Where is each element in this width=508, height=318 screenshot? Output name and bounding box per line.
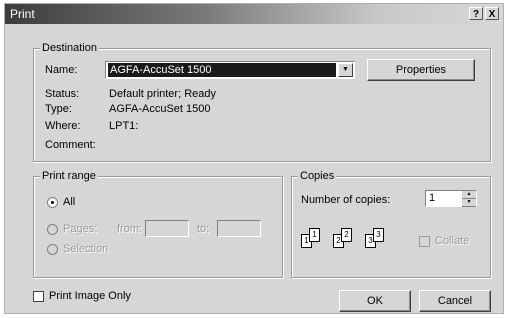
- name-label: Name:: [45, 64, 78, 76]
- to-label: to:: [197, 223, 210, 235]
- pages-radio[interactable]: [47, 224, 58, 235]
- chevron-down-icon[interactable]: ▼: [338, 63, 353, 77]
- spin-up-icon[interactable]: ▲: [462, 191, 476, 199]
- all-label[interactable]: All: [63, 196, 75, 208]
- printer-name-value: AGFA-AccuSet 1500: [108, 63, 336, 77]
- selection-radio[interactable]: [47, 244, 58, 255]
- pages-label: Pages:: [63, 223, 98, 235]
- to-field[interactable]: [217, 220, 261, 237]
- properties-button[interactable]: Properties: [367, 59, 475, 81]
- help-button[interactable]: ?: [469, 7, 483, 20]
- collate-page: 1: [309, 228, 320, 242]
- print-image-only-checkbox[interactable]: [33, 291, 44, 302]
- cancel-button[interactable]: Cancel: [419, 290, 491, 312]
- collate-label: Collate: [435, 235, 470, 247]
- where-value: LPT1:: [109, 120, 139, 132]
- print-image-only-label[interactable]: Print Image Only: [49, 290, 131, 302]
- title-bar[interactable]: Print ? X: [5, 4, 503, 24]
- where-label: Where:: [45, 120, 81, 132]
- ok-button-label: OK: [367, 295, 383, 307]
- print-dialog: Print ? X Destination Name: AGFA-AccuSet…: [4, 3, 504, 314]
- properties-button-label: Properties: [395, 64, 447, 76]
- copies-value: 1: [429, 192, 436, 204]
- number-of-copies-label: Number of copies:: [301, 194, 391, 206]
- close-button[interactable]: X: [485, 7, 499, 20]
- collate-page: 3: [373, 228, 384, 242]
- cancel-button-label: Cancel: [437, 295, 473, 307]
- collate-checkbox[interactable]: [419, 236, 430, 247]
- print-range-legend: Print range: [40, 170, 98, 182]
- status-value: Default printer; Ready: [109, 88, 216, 100]
- collate-page: 2: [341, 228, 352, 242]
- spin-down-icon[interactable]: ▼: [462, 199, 476, 207]
- all-radio[interactable]: [47, 197, 58, 208]
- status-label: Status:: [45, 88, 80, 100]
- copies-legend: Copies: [298, 170, 337, 182]
- printer-name-dropdown[interactable]: AGFA-AccuSet 1500 ▼: [105, 61, 355, 79]
- ok-button[interactable]: OK: [339, 290, 411, 312]
- type-value: AGFA-AccuSet 1500: [109, 103, 211, 115]
- destination-legend: Destination: [40, 42, 100, 54]
- copies-spinner[interactable]: 1 ▲ ▼: [425, 190, 477, 207]
- window-title: Print: [10, 7, 35, 21]
- comment-label: Comment:: [45, 139, 96, 151]
- from-label: from:: [117, 223, 143, 235]
- selection-label: Selection: [63, 243, 109, 255]
- type-label: Type:: [45, 103, 72, 115]
- from-field[interactable]: [145, 220, 189, 237]
